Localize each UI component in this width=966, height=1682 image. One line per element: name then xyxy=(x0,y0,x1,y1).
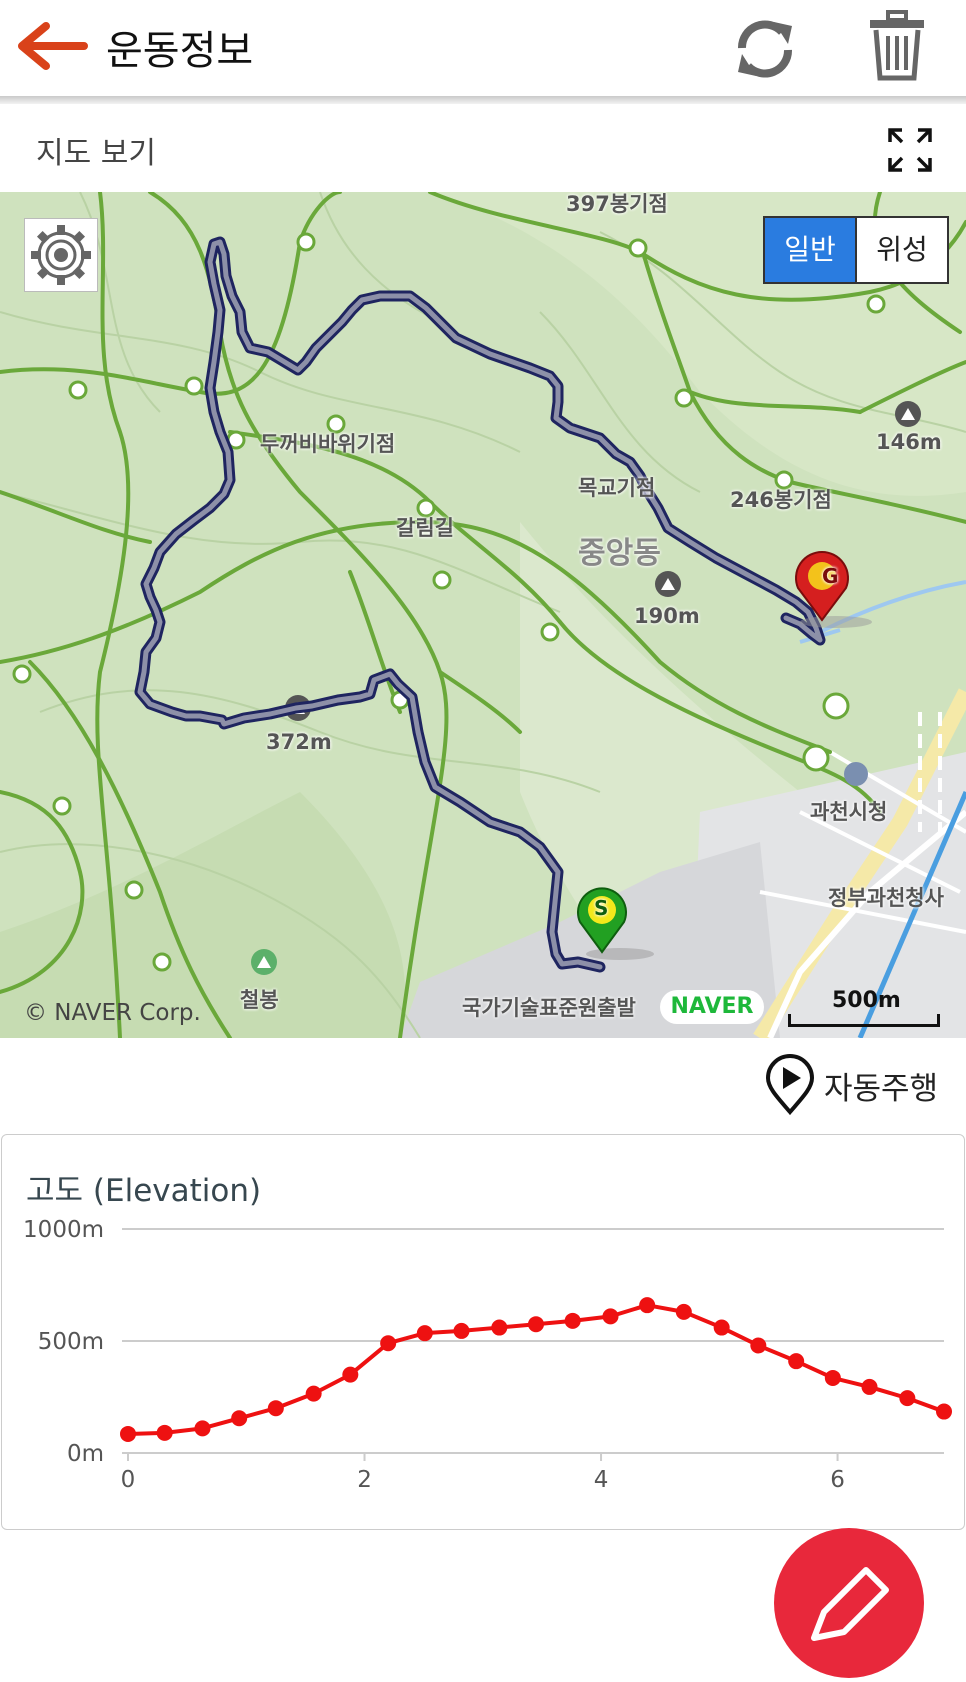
elevation-point xyxy=(528,1316,544,1333)
elevation-point xyxy=(380,1335,397,1352)
elevation-point xyxy=(194,1420,211,1437)
label-gov-complex: 정부과천청사 xyxy=(828,886,944,910)
elevation-point xyxy=(305,1385,322,1402)
elevation-point xyxy=(713,1319,730,1336)
elevation-point xyxy=(675,1303,692,1320)
label-summit-372: 372m xyxy=(266,730,332,754)
elevation-card: 고도 (Elevation) 1000m 500m 0m 0 2 4 6 xyxy=(1,1134,965,1530)
elevation-point xyxy=(564,1312,581,1329)
refresh-icon[interactable] xyxy=(732,16,798,82)
elevation-point xyxy=(639,1297,656,1314)
label-peak-246: 246봉기점 xyxy=(730,488,832,512)
map-section-label: 지도 보기 xyxy=(36,136,156,171)
elevation-point xyxy=(453,1322,470,1339)
elevation-chart: 1000m 500m 0m 0 2 4 6 xyxy=(23,1217,952,1493)
elevation-point xyxy=(267,1400,284,1417)
map-scale-bar xyxy=(788,1014,940,1027)
back-arrow-icon[interactable] xyxy=(18,22,88,70)
label-mokgyo: 목교기점 xyxy=(578,476,656,500)
gear-icon xyxy=(31,225,91,285)
app-bar: 운동정보 xyxy=(0,0,966,96)
y-tick-label: 500m xyxy=(38,1329,104,1355)
x-tick-label: 4 xyxy=(594,1467,609,1493)
pencil-icon xyxy=(811,1567,889,1641)
elevation-point xyxy=(491,1319,508,1336)
elevation-point xyxy=(824,1369,841,1386)
label-peak-397: 397봉기점 xyxy=(566,192,668,216)
elevation-point xyxy=(788,1353,805,1370)
edit-fab-button[interactable] xyxy=(774,1528,924,1678)
label-jungang: 중앙동 xyxy=(578,536,661,571)
elevation-point xyxy=(416,1325,433,1342)
autoplay-label: 자동주행 xyxy=(824,1070,939,1107)
map-type-toggle: 일반 위성 xyxy=(763,216,949,284)
play-pin-icon xyxy=(765,1054,815,1116)
label-toad-rock: 두꺼비바위기점 xyxy=(260,432,396,456)
elevation-point xyxy=(936,1403,952,1420)
map-canvas xyxy=(0,192,966,1038)
map-type-normal-button[interactable]: 일반 xyxy=(765,218,855,282)
goal-marker-letter: G xyxy=(822,564,839,588)
elevation-point xyxy=(602,1308,619,1325)
label-summit-190: 190m xyxy=(634,604,700,628)
label-cheolbong: 철봉 xyxy=(240,988,279,1012)
label-institute: 국가기술표준원출발 xyxy=(462,996,636,1020)
start-marker-letter: S xyxy=(594,896,609,920)
elevation-point xyxy=(120,1425,136,1442)
label-city-hall: 과천시청 xyxy=(810,800,888,824)
map-copyright: © NAVER Corp. xyxy=(24,1000,201,1026)
x-tick-label: 6 xyxy=(830,1467,845,1493)
page-title: 운동정보 xyxy=(106,28,254,74)
y-tick-label: 0m xyxy=(67,1441,104,1467)
elevation-point xyxy=(156,1424,173,1441)
map-settings-button[interactable] xyxy=(24,218,98,292)
elevation-point xyxy=(750,1337,767,1354)
elevation-point xyxy=(231,1410,248,1427)
y-tick-label: 1000m xyxy=(23,1217,104,1243)
map-scale-label: 500m xyxy=(832,988,901,1013)
label-summit-146: 146m xyxy=(876,430,942,454)
fullscreen-icon[interactable] xyxy=(888,128,932,172)
elevation-point xyxy=(899,1390,916,1407)
label-galrim: 갈림길 xyxy=(396,516,454,540)
elevation-point xyxy=(342,1366,359,1383)
map-type-satellite-button[interactable]: 위성 xyxy=(855,218,947,282)
elevation-point xyxy=(861,1378,878,1395)
x-tick-label: 2 xyxy=(357,1467,372,1493)
autoplay-button[interactable]: 자동주행 xyxy=(764,1054,938,1116)
route-map[interactable]: G S 397봉기점 두꺼비바위기점 갈림길 목교기점 246봉기점 중앙동 1… xyxy=(0,192,966,1038)
trash-icon[interactable] xyxy=(868,10,926,82)
app-bar-shadow xyxy=(0,96,966,104)
x-tick-label: 0 xyxy=(121,1467,136,1493)
naver-logo: NAVER xyxy=(660,990,764,1024)
